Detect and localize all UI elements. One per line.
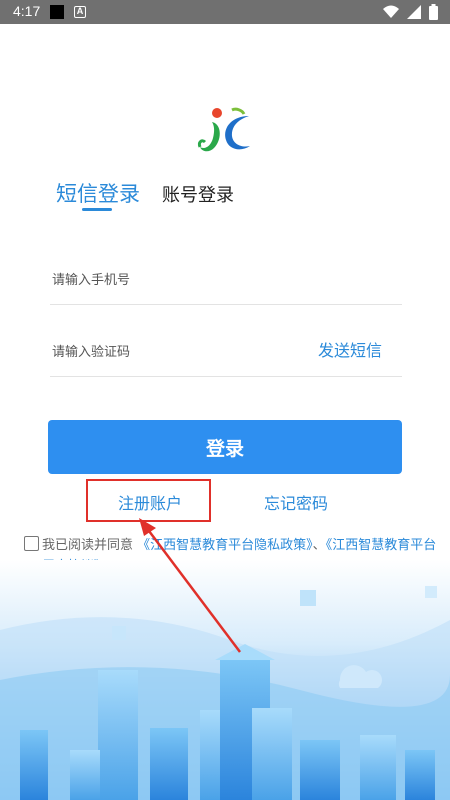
tab-account-login[interactable]: 账号登录 bbox=[162, 181, 234, 207]
cube-decoration bbox=[112, 626, 126, 640]
status-bar: 4:17 A bbox=[0, 0, 450, 24]
agreement-prefix: 我已阅读并同意 bbox=[42, 538, 134, 553]
cube-decoration bbox=[425, 586, 437, 598]
active-tab-indicator bbox=[82, 208, 112, 211]
notification-square-icon bbox=[50, 5, 64, 19]
phone-field-row bbox=[50, 255, 402, 305]
agreement-checkbox[interactable] bbox=[24, 536, 39, 551]
cube-decoration bbox=[300, 590, 316, 606]
building bbox=[70, 750, 100, 800]
battery-icon bbox=[429, 4, 438, 20]
annotation-highlight-box bbox=[86, 479, 211, 522]
status-time: 4:17 bbox=[13, 3, 41, 19]
building bbox=[405, 750, 435, 800]
building bbox=[150, 728, 188, 800]
notification-a-icon: A bbox=[74, 6, 86, 18]
city-illustration bbox=[0, 560, 450, 800]
signal-icon bbox=[407, 5, 421, 19]
login-button[interactable]: 登录 bbox=[48, 420, 402, 474]
wifi-icon bbox=[383, 5, 399, 18]
building bbox=[360, 735, 396, 800]
agreement-separator: 、 bbox=[312, 538, 326, 553]
building bbox=[98, 670, 138, 800]
jc-logo-icon bbox=[198, 107, 250, 152]
send-sms-button[interactable]: 发送短信 bbox=[318, 337, 382, 361]
privacy-policy-link[interactable]: 《江西智慧教育平台隐私政策》 bbox=[137, 538, 313, 553]
building bbox=[300, 740, 340, 800]
verification-code-input[interactable] bbox=[50, 329, 290, 375]
phone-input[interactable] bbox=[50, 257, 290, 303]
status-icons bbox=[383, 4, 438, 20]
code-field-row: 发送短信 bbox=[50, 327, 402, 377]
tab-sms-login[interactable]: 短信登录 bbox=[56, 178, 140, 208]
forget-password-link[interactable]: 忘记密码 bbox=[264, 490, 328, 514]
building bbox=[20, 730, 48, 800]
building bbox=[252, 708, 292, 800]
